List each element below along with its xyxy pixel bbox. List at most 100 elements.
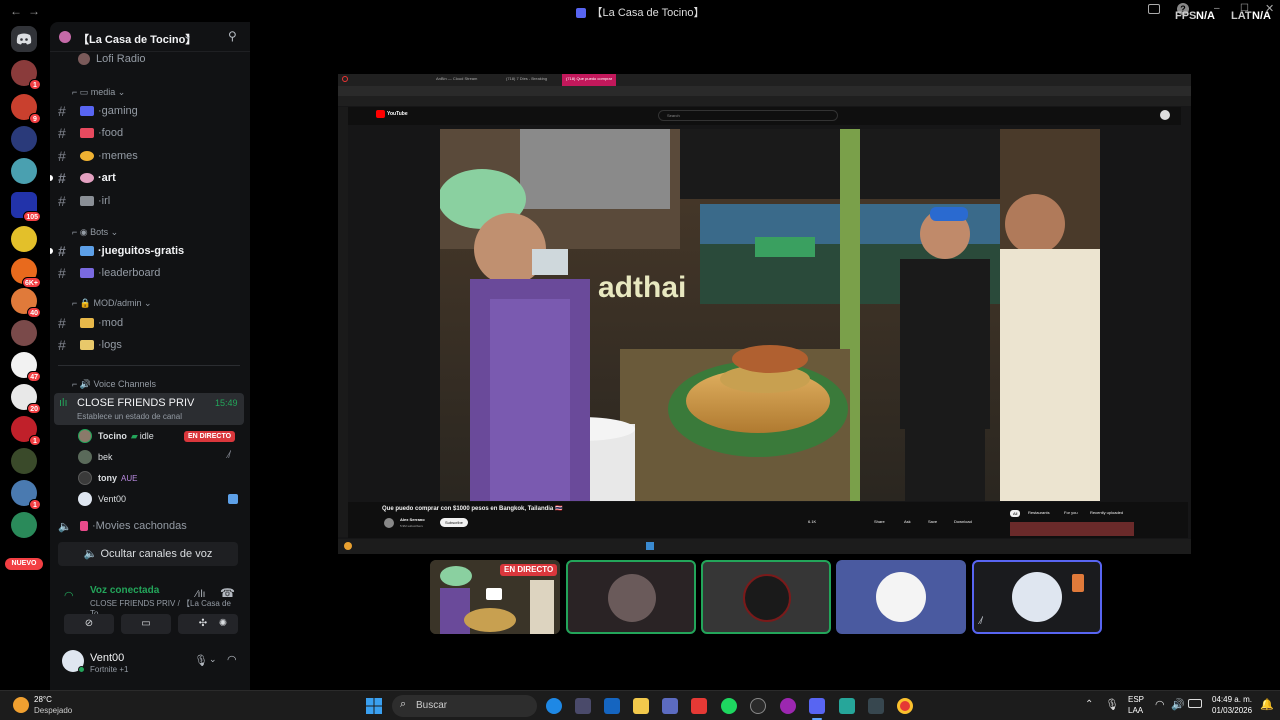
channel-art[interactable]: # · art (50, 168, 244, 188)
weather-temperature[interactable]: 28°C (34, 695, 52, 704)
voice-channel-close-friends[interactable]: ılı CLOSE FRIENDS PRIV 15:49 Establece u… (54, 393, 244, 425)
tray-chevron-icon[interactable]: ⌃ (1085, 699, 1093, 710)
server-icon-9[interactable] (11, 320, 37, 346)
server-icon-punto[interactable]: 105 (11, 192, 41, 222)
participant-tile-tocino-stream[interactable]: EN DIRECTO (430, 560, 560, 634)
channel-memes[interactable]: # · memes (58, 146, 244, 166)
category-voice[interactable]: ⌐ 🔊 Voice Channels (72, 379, 156, 390)
chrome-icon[interactable] (897, 698, 913, 714)
disconnect-icon[interactable]: ☎ (220, 586, 235, 600)
signal-icon[interactable]: ◠ (64, 589, 74, 602)
microphone-icon[interactable]: 🎙 (194, 654, 208, 667)
minimize-icon[interactable]: – (1214, 3, 1220, 14)
channel-irl[interactable]: # · irl (58, 191, 244, 211)
windows-start-icon[interactable] (366, 698, 382, 714)
server-icon-12[interactable]: 1 (11, 416, 41, 446)
voice-status-prompt[interactable]: Establece un estado de canal (77, 412, 182, 421)
channel-jueguitos-gratis[interactable]: # · jueguitos-gratis (50, 241, 244, 261)
server-icon-4[interactable] (11, 158, 37, 184)
channel-lofi-radio[interactable]: Lofi Radio (58, 49, 244, 69)
video-frame: adthai (440, 129, 1100, 501)
app-icon[interactable] (780, 698, 796, 714)
audio-app-icon[interactable] (868, 698, 884, 714)
share-screen-button[interactable]: ▭ (121, 614, 171, 634)
voice-channel-movies[interactable]: 🔈 · Movies cachondas (58, 516, 244, 536)
avatar (608, 574, 656, 622)
teams-icon[interactable] (662, 698, 678, 714)
server-icon-6[interactable] (11, 226, 37, 252)
vpn-icon[interactable] (839, 698, 855, 714)
store-icon[interactable] (575, 698, 591, 714)
participant-tile-tony[interactable] (701, 560, 831, 634)
mention-badge: 1 (29, 499, 41, 510)
wps-icon[interactable] (691, 698, 707, 714)
keyboard-layout[interactable]: LAA (1128, 706, 1143, 715)
server-header[interactable]: 【La Casa de Tocino】 ⌄ ⚲ (50, 22, 250, 52)
clock-date[interactable]: 01/03/2026 (1212, 706, 1252, 715)
server-icon-2[interactable]: 9 (11, 94, 41, 124)
mention-badge: 1 (29, 79, 41, 90)
close-icon[interactable]: ✕ (1265, 2, 1274, 15)
weather-icon[interactable] (13, 697, 29, 713)
file-explorer-icon[interactable] (633, 698, 649, 714)
steam-icon[interactable] (750, 698, 766, 714)
category-media[interactable]: ⌐ ▭ media ⌄ (72, 87, 125, 98)
category-mod[interactable]: ⌐ 🔒 MOD/admin ⌄ (72, 298, 152, 309)
stream-video-main[interactable]: AnBin — Cloud Stream (718) 7 Dies - Brea… (338, 74, 1191, 554)
channel-gaming[interactable]: # · gaming (58, 101, 244, 121)
screen-share-icon[interactable] (1148, 4, 1160, 14)
edge-icon[interactable] (546, 698, 562, 714)
user-name[interactable]: Vent00 (90, 652, 124, 664)
weather-description[interactable]: Despejado (34, 706, 72, 715)
ask-action: Ask (904, 519, 911, 524)
category-bots[interactable]: ⌐ ◉ Bots ⌄ (72, 227, 118, 238)
outlook-icon[interactable] (604, 698, 620, 714)
server-icon-13[interactable] (11, 448, 37, 474)
spotify-icon[interactable] (721, 698, 737, 714)
invite-people-icon[interactable]: ⚲ (228, 29, 237, 43)
participant-tile-bek[interactable] (836, 560, 966, 634)
server-icon-11[interactable]: 20 (11, 384, 41, 414)
participant-tile-vent00[interactable]: ⁄̸ (972, 560, 1102, 634)
participant-tile-tocino[interactable] (566, 560, 696, 634)
taskbar-search[interactable]: ⌕ Buscar (392, 695, 537, 717)
discord-taskbar-icon[interactable] (809, 698, 825, 714)
notification-bell-icon[interactable]: 🔔 (1260, 698, 1274, 711)
tray-microphone-icon[interactable]: 🎙 (1105, 698, 1119, 711)
server-icon-10[interactable]: 47 (11, 352, 41, 382)
channel-food[interactable]: # · food (58, 123, 244, 143)
battery-icon[interactable] (1188, 699, 1202, 708)
emoji-icon (80, 151, 94, 161)
server-icon-1[interactable]: 1 (11, 60, 41, 90)
voice-connected-title[interactable]: Voz conectada (90, 585, 159, 596)
headphones-icon[interactable]: ◠ (227, 653, 237, 666)
chevron-down-icon[interactable]: ⌄ (209, 654, 217, 665)
chevron-down-icon[interactable]: ⌄ (183, 29, 192, 42)
wifi-icon[interactable]: ◠ (1155, 698, 1165, 711)
browser-tab-label: (718) Que puedo comprar (562, 74, 617, 86)
language-code[interactable]: ESP (1128, 695, 1144, 704)
server-icon-15[interactable] (11, 512, 37, 538)
clock-time[interactable]: 04:49 a. m. (1212, 695, 1252, 704)
volume-icon[interactable]: 🔊 (1171, 698, 1185, 711)
camera-off-button[interactable]: ⊘ (64, 614, 114, 634)
channel-leaderboard[interactable]: # · leaderboard (58, 263, 244, 283)
discord-home-icon[interactable] (11, 26, 37, 52)
noise-suppression-icon[interactable]: ⁄ılı (196, 589, 205, 600)
channel-mod[interactable]: # · mod (58, 313, 244, 333)
like-count: 6.1K (808, 519, 817, 524)
voice-user-tony[interactable]: tony AUE (78, 468, 137, 488)
maximize-icon[interactable]: ☐ (1240, 3, 1249, 14)
voice-user-bek[interactable]: bek (78, 447, 113, 467)
hide-voice-channels-button[interactable]: 🔈 Ocultar canales de voz (58, 542, 238, 566)
new-badge[interactable]: NUEVO (5, 558, 43, 570)
channel-logs[interactable]: # · logs (58, 335, 244, 355)
voice-user-tocino[interactable]: Tocino ▰ idle (78, 426, 154, 446)
server-icon-14[interactable]: 1 (11, 480, 41, 510)
server-icon-3[interactable] (11, 126, 37, 152)
channel-label: jueguitos-gratis (101, 245, 185, 257)
soundboard-button[interactable]: ✺ (208, 614, 238, 634)
server-icon-7[interactable]: 6K+ (11, 258, 41, 288)
server-icon-8[interactable]: 40 (11, 288, 41, 318)
voice-user-vent00[interactable]: Vent00 (78, 489, 126, 509)
